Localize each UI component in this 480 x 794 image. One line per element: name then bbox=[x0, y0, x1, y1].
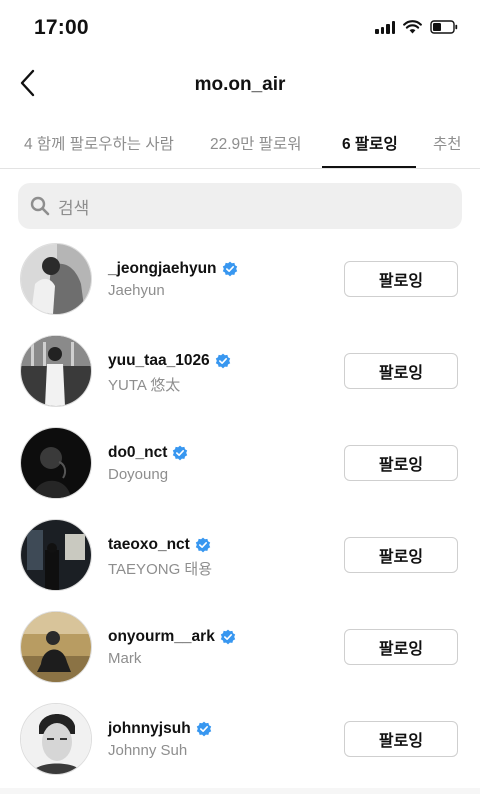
verified-badge-icon bbox=[196, 721, 211, 737]
tab-bar: 4 함께 팔로우하는 사람 22.9만 팔로워 6 팔로잉 추천 bbox=[0, 112, 480, 169]
status-time: 17:00 bbox=[34, 16, 89, 39]
username[interactable]: taeoxo_nct bbox=[108, 536, 190, 554]
full-name: Mark bbox=[108, 650, 142, 667]
avatar[interactable] bbox=[20, 703, 92, 775]
verified-badge-icon bbox=[215, 353, 230, 369]
avatar[interactable] bbox=[20, 611, 92, 683]
following-button[interactable]: 팔로잉 bbox=[344, 629, 458, 665]
full-name: Doyoung bbox=[108, 466, 169, 483]
tab-followers[interactable]: 22.9만 팔로워 bbox=[210, 132, 302, 154]
header: mo.on_air bbox=[0, 58, 480, 112]
verified-badge-icon bbox=[195, 537, 211, 553]
status-bar: 17:00 bbox=[0, 0, 480, 58]
search-input[interactable]: 검색 bbox=[18, 183, 462, 229]
tab-mutual-followers[interactable]: 4 함께 팔로우하는 사람 bbox=[24, 132, 174, 154]
list-item[interactable]: onyourm__ark Mark 팔로잉 bbox=[0, 608, 480, 700]
list-item[interactable]: _jeongjaehyun Jaehyun 팔로잉 bbox=[0, 240, 480, 332]
list-item[interactable]: do0_nct Doyoung 팔로잉 bbox=[0, 424, 480, 516]
following-button[interactable]: 팔로잉 bbox=[344, 353, 458, 389]
list-item[interactable]: taeoxo_nct TAEYONG 태용 팔로잉 bbox=[0, 516, 480, 608]
cellular-signal-icon bbox=[375, 20, 395, 34]
full-name: YUTA 悠太 bbox=[108, 377, 181, 394]
full-name: Jaehyun bbox=[108, 282, 165, 299]
page-title: mo.on_air bbox=[194, 74, 286, 95]
following-button[interactable]: 팔로잉 bbox=[344, 721, 458, 757]
username[interactable]: onyourm__ark bbox=[108, 628, 215, 646]
username[interactable]: _jeongjaehyun bbox=[108, 260, 217, 278]
battery-icon bbox=[430, 20, 458, 34]
avatar[interactable] bbox=[20, 335, 92, 407]
search-placeholder: 검색 bbox=[58, 198, 90, 218]
tab-following[interactable]: 6 팔로잉 bbox=[342, 132, 398, 154]
search-icon bbox=[30, 196, 50, 216]
full-name: TAEYONG 태용 bbox=[108, 561, 212, 578]
following-button[interactable]: 팔로잉 bbox=[344, 445, 458, 481]
bottom-divider bbox=[0, 788, 480, 794]
following-button[interactable]: 팔로잉 bbox=[344, 261, 458, 297]
list-item[interactable]: yuu_taa_1026 YUTA 悠太 팔로잉 bbox=[0, 332, 480, 424]
username[interactable]: do0_nct bbox=[108, 444, 167, 462]
list-item[interactable]: johnnyjsuh Johnny Suh 팔로잉 bbox=[0, 700, 480, 792]
tab-suggested[interactable]: 추천 bbox=[433, 132, 462, 154]
verified-badge-icon bbox=[222, 261, 237, 277]
avatar[interactable] bbox=[20, 427, 92, 499]
verified-badge-icon bbox=[173, 445, 188, 461]
avatar[interactable] bbox=[20, 243, 92, 315]
active-tab-indicator bbox=[322, 166, 416, 168]
full-name: Johnny Suh bbox=[108, 742, 188, 759]
username[interactable]: johnnyjsuh bbox=[108, 720, 191, 738]
status-icons bbox=[375, 20, 458, 34]
following-button[interactable]: 팔로잉 bbox=[344, 537, 458, 573]
avatar[interactable] bbox=[20, 519, 92, 591]
verified-badge-icon bbox=[220, 629, 236, 645]
following-list: _jeongjaehyun Jaehyun 팔로잉 yuu_taa_1026 Y… bbox=[0, 240, 480, 792]
username[interactable]: yuu_taa_1026 bbox=[108, 352, 210, 370]
wifi-icon bbox=[403, 20, 422, 34]
